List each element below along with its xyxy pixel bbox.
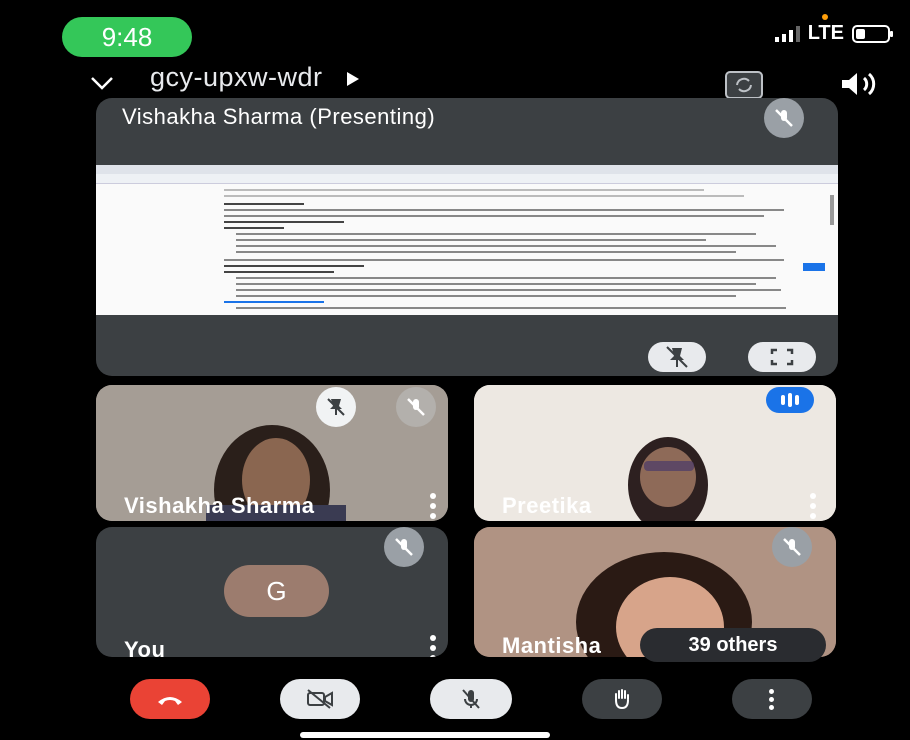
doc-text-line [224, 259, 784, 261]
raise-hand-icon [615, 689, 629, 710]
toggle-mic-button[interactable] [430, 679, 512, 719]
pin-icon[interactable] [316, 387, 356, 427]
speaking-icon [766, 387, 814, 413]
doc-text-line [224, 301, 324, 303]
doc-text-line [224, 195, 744, 197]
play-icon [346, 71, 359, 86]
doc-text-line [236, 283, 756, 285]
avatar: G [224, 565, 329, 617]
battery-icon [852, 24, 893, 43]
fullscreen-icon [770, 348, 794, 366]
chevron-down-icon[interactable] [90, 76, 114, 90]
browser-address-bar [96, 174, 838, 184]
fullscreen-button[interactable] [748, 342, 816, 372]
home-indicator[interactable] [300, 732, 550, 738]
doc-text-line [236, 233, 756, 235]
doc-text-line [236, 289, 781, 291]
mic-off-icon [462, 689, 480, 709]
raise-hand-button[interactable] [582, 679, 662, 719]
mic-in-use-dot [822, 14, 828, 20]
others-count-badge[interactable]: 39 others [640, 628, 826, 662]
doc-text-line [224, 221, 344, 223]
doc-text-line [224, 203, 304, 205]
camera-switch-icon[interactable] [722, 68, 766, 100]
participant-name: You [124, 637, 166, 657]
doc-scrollbar [830, 195, 834, 225]
meeting-code[interactable]: gcy-upxw-wdr [150, 62, 359, 93]
doc-text-line [236, 277, 776, 279]
doc-text-line [224, 215, 764, 217]
doc-text-line [224, 227, 284, 229]
more-vert-icon [769, 688, 775, 710]
doc-text-line [236, 239, 706, 241]
mic-off-icon [384, 527, 424, 567]
shared-screen [96, 165, 838, 315]
unpin-button[interactable] [648, 342, 706, 372]
mic-off-icon [396, 387, 436, 427]
more-vert-icon[interactable] [430, 635, 436, 657]
video-off-icon [307, 689, 333, 709]
end-call-icon [158, 697, 182, 705]
pin-icon [666, 346, 688, 368]
doc-button [803, 263, 825, 271]
doc-text-line [224, 265, 364, 267]
doc-text-line [236, 295, 736, 297]
participant-tile[interactable]: Preetika [474, 385, 836, 521]
more-vert-icon[interactable] [430, 493, 436, 519]
status-indicators: LTE [774, 22, 893, 45]
doc-text-line [236, 245, 776, 247]
doc-text-line [236, 307, 786, 309]
end-call-button[interactable] [130, 679, 210, 719]
browser-tabs-bar [96, 165, 838, 174]
participant-name: Vishakha Sharma [124, 493, 315, 518]
mic-off-icon [764, 98, 804, 138]
speaker-icon[interactable] [838, 69, 882, 99]
doc-text-line [224, 209, 784, 211]
status-time: 9:48 [62, 17, 192, 57]
signal-icon [774, 25, 800, 42]
presenter-title: Vishakha Sharma (Presenting) [122, 104, 436, 129]
meeting-code-label: gcy-upxw-wdr [150, 62, 323, 92]
participant-name: Preetika [502, 493, 592, 518]
doc-text-line [224, 189, 704, 191]
more-options-button[interactable] [732, 679, 812, 719]
mic-off-icon [772, 527, 812, 567]
participant-name: Mantisha [502, 633, 602, 657]
network-label: LTE [807, 22, 844, 44]
doc-text-line [224, 271, 334, 273]
participant-tile[interactable]: Vishakha Sharma [96, 385, 448, 521]
toggle-camera-button[interactable] [280, 679, 360, 719]
doc-text-line [236, 251, 736, 253]
more-vert-icon[interactable] [810, 493, 816, 519]
